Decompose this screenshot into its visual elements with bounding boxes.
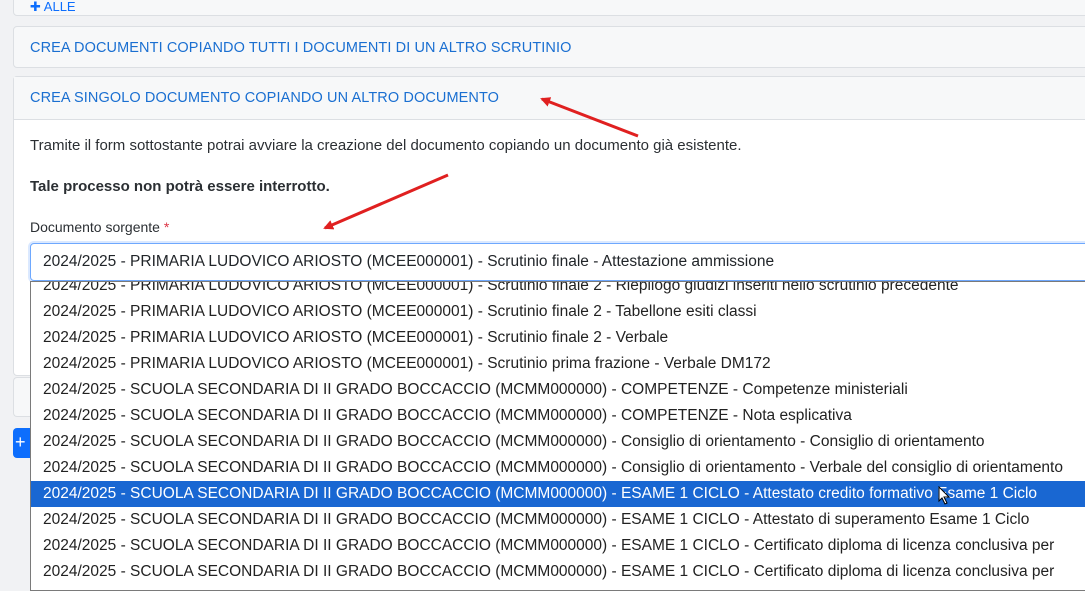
dropdown-option[interactable]: 2024/2025 - SCUOLA SECONDARIA DI II GRAD… [31,559,1085,585]
accordion-header-copy-all[interactable]: CREA DOCUMENTI COPIANDO TUTTI I DOCUMENT… [14,27,1085,69]
dropdown-option[interactable]: 2024/2025 - PRIMARIA LUDOVICO ARIOSTO (M… [31,325,1085,351]
dropdown-option[interactable]: 2024/2025 - SCUOLA SECONDARIA DI II GRAD… [31,455,1085,481]
dropdown-option[interactable]: 2024/2025 - SCUOLA SECONDARIA DI II GRAD… [31,533,1085,559]
dropdown-option[interactable]: 2024/2025 - PRIMARIA LUDOVICO ARIOSTO (M… [31,282,1085,299]
mouse-cursor-icon [938,486,951,505]
accordion-header-copy-single[interactable]: CREA SINGOLO DOCUMENTO COPIANDO UN ALTRO… [14,77,1085,120]
dropdown-option[interactable]: 2024/2025 - SCUOLA SECONDARIA DI II GRAD… [31,429,1085,455]
source-document-label: Documento sorgente * [30,219,169,235]
form-description: Tramite il form sottostante potrai avvia… [30,137,742,154]
accordion-panel-top[interactable]: ✚ ALLE [13,0,1085,16]
dropdown-option[interactable]: 2024/2025 - SCUOLA SECONDARIA DI II GRAD… [31,377,1085,403]
form-warning: Tale processo non potrà essere interrott… [30,178,330,195]
dropdown-option[interactable]: 2024/2025 - SCUOLA SECONDARIA DI II GRAD… [31,403,1085,429]
panel-top-label[interactable]: ✚ ALLE [30,0,76,15]
dropdown-option[interactable]: 2024/2025 - PRIMARIA LUDOVICO ARIOSTO (M… [31,351,1085,377]
dropdown-option[interactable]: 2024/2025 - PRIMARIA LUDOVICO ARIOSTO (M… [31,299,1085,325]
dropdown-option[interactable]: 2024/2025 - SCUOLA SECONDARIA DI II GRAD… [31,507,1085,533]
required-mark: * [163,219,170,235]
source-document-label-text: Documento sorgente [30,219,160,235]
source-document-select[interactable]: 2024/2025 - PRIMARIA LUDOVICO ARIOSTO (M… [30,243,1085,281]
accordion-copy-all-documents[interactable]: CREA DOCUMENTI COPIANDO TUTTI I DOCUMENT… [13,26,1085,68]
dropdown-option[interactable]: 2024/2025 - SCUOLA SECONDARIA DI II GRAD… [31,481,1085,507]
source-document-dropdown-list[interactable]: 2024/2025 - PRIMARIA LUDOVICO ARIOSTO (M… [30,281,1085,591]
